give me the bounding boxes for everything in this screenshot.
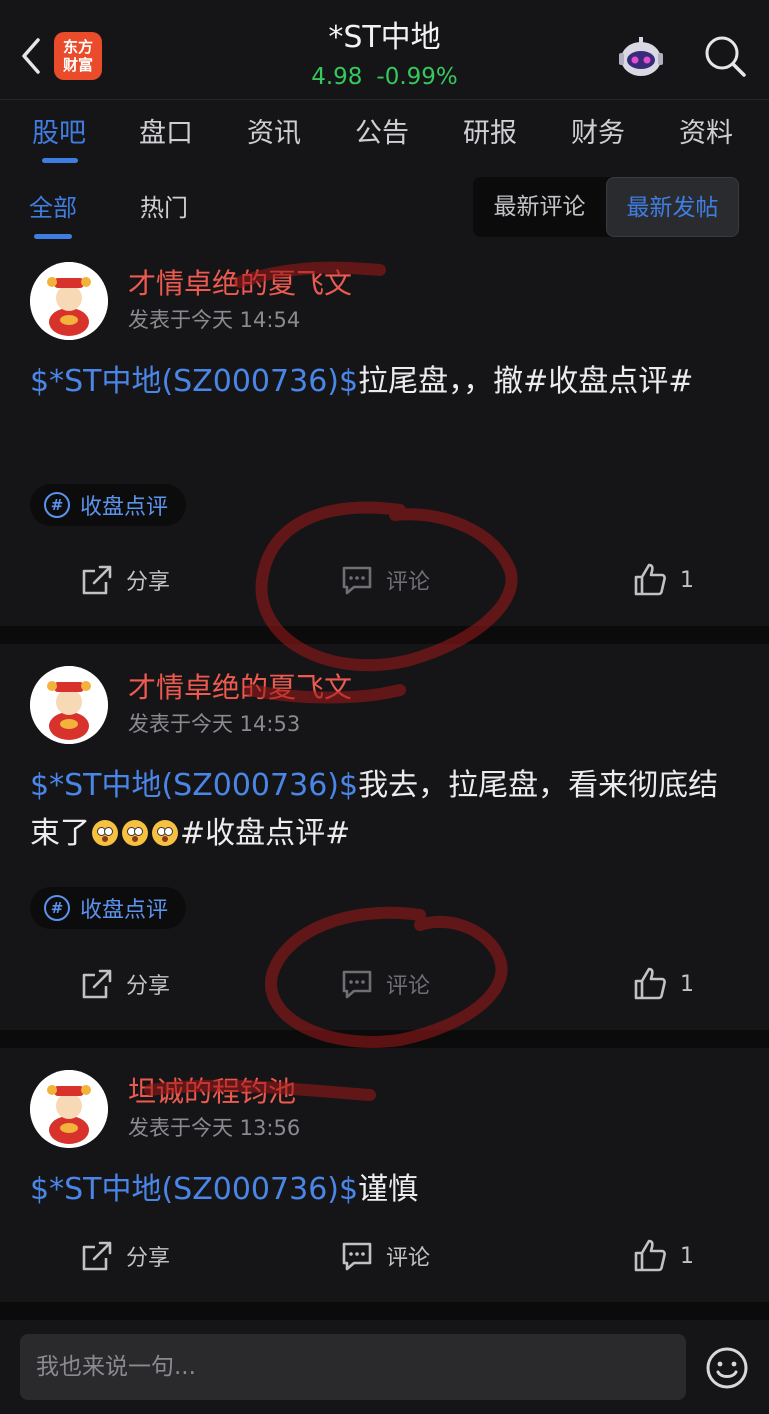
share-button[interactable]: 分享	[80, 964, 170, 1004]
comment-button[interactable]: 评论	[340, 1236, 430, 1276]
hashtag-icon: #	[44, 492, 70, 518]
avatar-fortune-god-icon	[30, 666, 108, 744]
comment-button[interactable]: 评论	[340, 964, 430, 1004]
avatar-fortune-god-icon	[30, 1070, 108, 1148]
shocked-face-emoji-icon	[92, 820, 118, 846]
post-card[interactable]: 坦诚的程钧池 发表于今天 13:56 $*ST中地(SZ000736)$谨慎 分…	[0, 1048, 769, 1302]
post-time: 发表于今天 14:54	[128, 308, 301, 332]
subtab-all[interactable]: 全部	[29, 192, 77, 224]
comment-icon	[342, 1242, 372, 1271]
post-time: 发表于今天 13:56	[128, 1116, 301, 1140]
emoji-button[interactable]	[705, 1346, 749, 1390]
sort-segmented-control: 最新评论 最新发帖	[473, 177, 739, 237]
back-button[interactable]	[14, 34, 48, 78]
tab-profile[interactable]: 资料	[679, 114, 733, 154]
stock-link[interactable]: $*ST中地(SZ000736)$	[30, 364, 358, 399]
shocked-face-emoji-icon	[152, 820, 178, 846]
stock-header: *ST中地 4.98 -0.99%	[200, 18, 569, 92]
comment-label: 评论	[386, 1246, 431, 1271]
tab-finance[interactable]: 财务	[571, 114, 625, 154]
topic-tag-label: 收盘点评	[80, 495, 169, 520]
like-button[interactable]: 1	[632, 560, 694, 600]
share-button[interactable]: 分享	[80, 1236, 170, 1276]
share-icon	[82, 969, 112, 999]
share-label: 分享	[126, 974, 171, 999]
post-text-hashtag: #收盘点评#	[180, 816, 351, 851]
avatar-fortune-god-icon	[30, 262, 108, 340]
page-title: *ST中地	[328, 20, 441, 55]
like-count: 1	[680, 971, 694, 997]
hashtag-icon: #	[44, 895, 70, 921]
search-button[interactable]	[703, 34, 747, 78]
search-icon	[705, 36, 746, 77]
tab-announcements[interactable]: 公告	[355, 114, 409, 154]
post-time: 发表于今天 14:53	[128, 712, 301, 736]
share-label: 分享	[126, 1246, 171, 1271]
comment-icon	[342, 566, 372, 595]
avatar[interactable]	[30, 666, 108, 744]
post-text: 谨慎	[358, 1172, 419, 1207]
post-divider	[0, 1302, 769, 1320]
comment-label: 评论	[386, 974, 431, 999]
thumbs-up-icon	[634, 967, 666, 1000]
stock-change: -0.99%	[376, 64, 458, 90]
main-tab-bar: 股吧 盘口 资讯 公告 研报 财务 资料	[0, 100, 769, 170]
thumbs-up-icon	[634, 563, 666, 596]
like-button[interactable]: 1	[632, 964, 694, 1004]
share-icon	[82, 565, 112, 595]
post-content[interactable]: $*ST中地(SZ000736)$我去，拉尾盘，看来彻底结束了 #收盘点评#	[30, 762, 742, 858]
topic-tag[interactable]: # 收盘点评	[30, 484, 187, 526]
like-count: 1	[680, 1243, 694, 1269]
robot-icon	[619, 37, 663, 76]
share-button[interactable]: 分享	[80, 560, 170, 600]
comment-input-bar	[0, 1320, 769, 1414]
stock-link[interactable]: $*ST中地(SZ000736)$	[30, 1172, 358, 1207]
share-label: 分享	[126, 570, 171, 595]
share-icon	[82, 1241, 112, 1271]
top-nav-bar: 东方 财富 *ST中地 4.98 -0.99%	[0, 0, 769, 100]
post-card[interactable]: 才情卓绝的夏飞文 发表于今天 14:53 $*ST中地(SZ000736)$我去…	[0, 644, 769, 1030]
subtab-hot[interactable]: 热门	[140, 192, 188, 224]
tab-news[interactable]: 资讯	[247, 114, 301, 154]
post-text: 拉尾盘，，撤#收盘点评#	[358, 364, 694, 399]
author-name[interactable]: 才情卓绝的夏飞文	[128, 670, 352, 706]
avatar[interactable]	[30, 262, 108, 340]
shocked-face-emoji-icon	[122, 820, 148, 846]
thumbs-up-icon	[634, 1239, 666, 1272]
avatar[interactable]	[30, 1070, 108, 1148]
author-name[interactable]: 坦诚的程钧池	[128, 1074, 296, 1110]
tab-research[interactable]: 研报	[463, 114, 517, 154]
active-subtab-indicator	[34, 234, 72, 239]
sort-latest-post[interactable]: 最新发帖	[606, 177, 739, 237]
post-divider	[0, 1030, 769, 1048]
assistant-robot-button[interactable]	[616, 33, 666, 81]
tab-guba[interactable]: 股吧	[32, 114, 86, 154]
comment-icon	[342, 970, 372, 999]
app-logo[interactable]: 东方 财富	[54, 32, 102, 80]
logo-line2: 财富	[62, 56, 93, 74]
comment-label: 评论	[386, 570, 431, 595]
stock-quote: 4.98 -0.99%	[200, 62, 569, 92]
post-content[interactable]: $*ST中地(SZ000736)$谨慎	[30, 1166, 742, 1214]
post-card[interactable]: 才情卓绝的夏飞文 发表于今天 14:54 $*ST中地(SZ000736)$拉尾…	[0, 246, 769, 626]
sort-latest-comment[interactable]: 最新评论	[473, 177, 606, 237]
stock-link[interactable]: $*ST中地(SZ000736)$	[30, 768, 358, 803]
smiley-face-icon	[706, 1347, 748, 1389]
like-button[interactable]: 1	[632, 1236, 694, 1276]
tab-pankou[interactable]: 盘口	[139, 114, 193, 154]
comment-input[interactable]	[20, 1334, 686, 1400]
like-count: 1	[680, 567, 694, 593]
topic-tag[interactable]: # 收盘点评	[30, 887, 187, 929]
topic-tag-label: 收盘点评	[80, 898, 169, 923]
active-tab-indicator	[42, 158, 78, 163]
author-name[interactable]: 才情卓绝的夏飞文	[128, 266, 352, 302]
logo-line1: 东方	[62, 38, 93, 56]
post-content[interactable]: $*ST中地(SZ000736)$拉尾盘，，撤#收盘点评#	[30, 358, 742, 406]
post-divider	[0, 626, 769, 644]
stock-price: 4.98	[311, 64, 363, 90]
comment-button[interactable]: 评论	[340, 560, 430, 600]
chevron-left-icon	[22, 38, 40, 74]
